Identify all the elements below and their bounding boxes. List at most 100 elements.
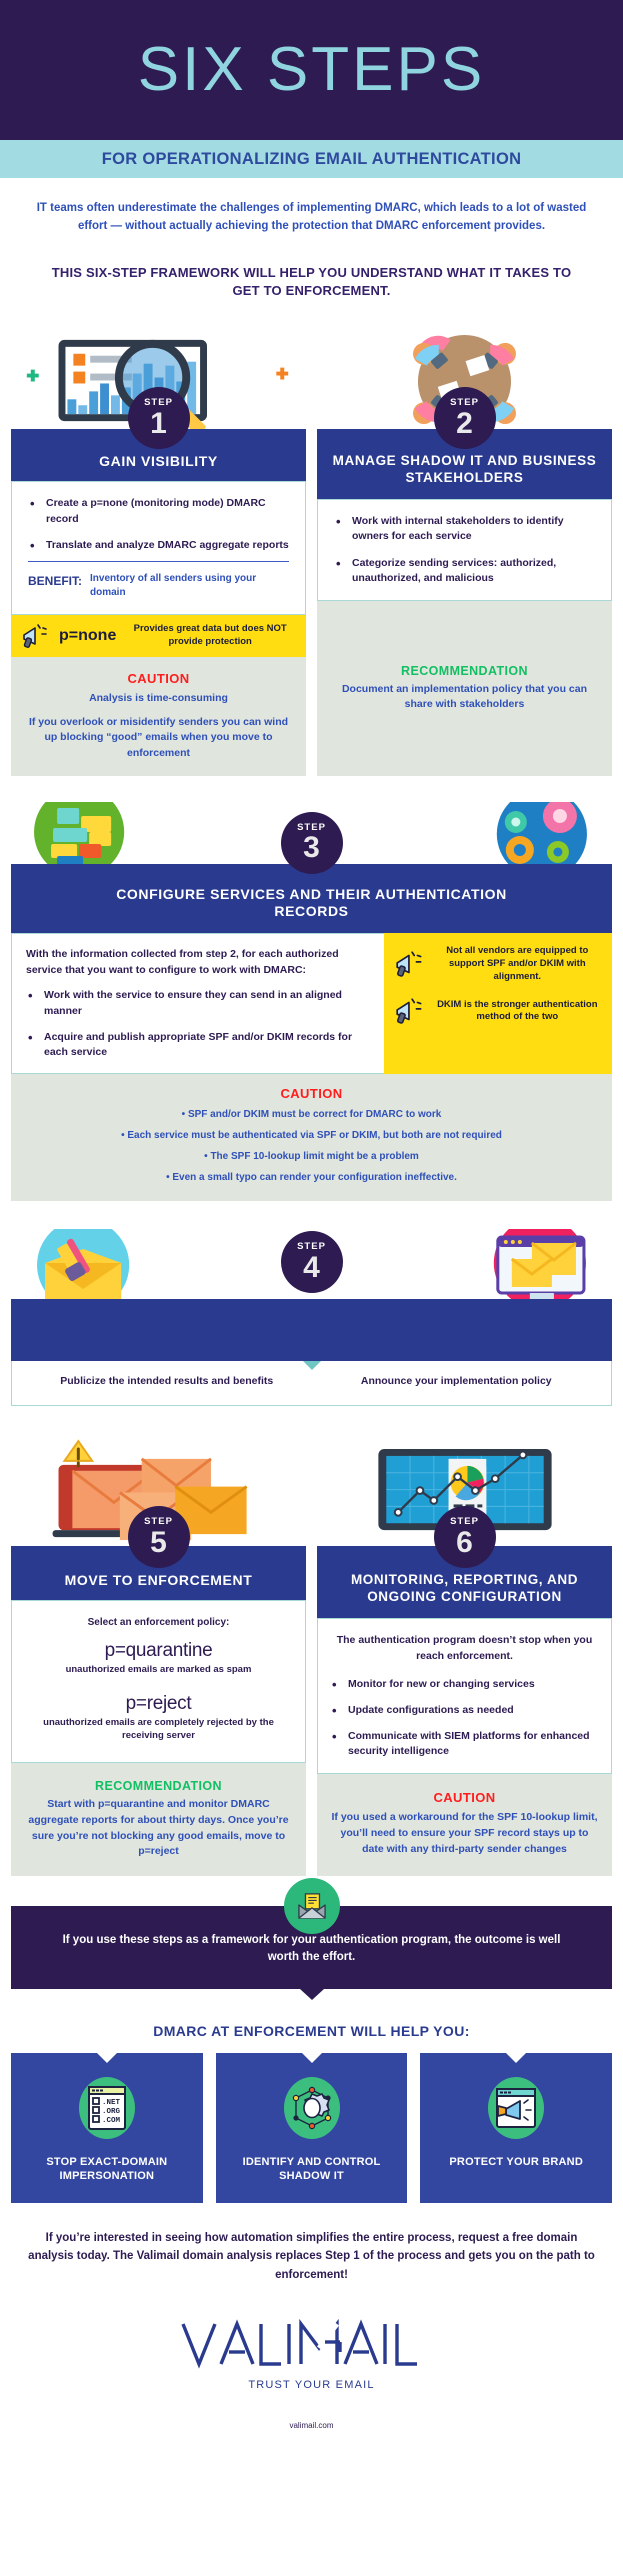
step-number: 2: [456, 406, 473, 440]
list-item: Work with the service to ensure they can…: [26, 987, 370, 1018]
step-number: 1: [150, 406, 167, 440]
step-number: 6: [456, 1525, 473, 1559]
caution-line: • Each service must be authenticated via…: [121, 1130, 502, 1142]
step-3-intro: With the information collected from step…: [26, 947, 339, 976]
enforcement-lead: Select an enforcement policy:: [87, 1617, 230, 1629]
megaphone-icon: [395, 998, 422, 1025]
recommendation-title: RECOMMENDATION: [95, 1779, 222, 1794]
domain-window-icon: .NET .ORG .COM: [87, 2085, 126, 2130]
policy-quarantine: p=quarantine: [104, 1640, 213, 1662]
step-3-left-panel: With the information collected from step…: [11, 932, 384, 1075]
benefit-card-stop-impersonation[interactable]: .NET .ORG .COM STOP EXACT-DOMAIN IMPERSO…: [11, 2052, 203, 2203]
caution-line-2: If you overlook or misidentify senders y…: [28, 715, 289, 760]
recommendation-text: Start with p=quarantine and monitor DMAR…: [28, 1798, 289, 1858]
benefit-label: BENEFIT:: [28, 573, 82, 588]
step-1-yellow-band: p=none Provides great data but does NOT …: [11, 614, 306, 657]
brand-megaphone-icon: [496, 2087, 537, 2128]
megaphone-icon: [395, 951, 422, 977]
policy-reject: p=reject: [125, 1692, 192, 1714]
intro-headline: THIS SIX-STEP FRAMEWORK WILL HELP YOU UN…: [51, 264, 572, 299]
benefit-card-protect-brand[interactable]: PROTECT YOUR BRAND: [420, 2052, 613, 2203]
svg-text:.ORG: .ORG: [102, 2108, 121, 2116]
valimail-logo: TRUST YOUR EMAIL: [0, 2318, 623, 2391]
list-item: Update configurations as needed: [330, 1702, 599, 1721]
step-4-illustration: STEP 4: [11, 1229, 612, 1300]
step-5-badge: STEP 5: [127, 1506, 190, 1569]
step-3-illustration: STEP 3: [11, 801, 612, 874]
policy-reject-desc: unauthorized emails are completely rejec…: [43, 1716, 274, 1741]
benefit-text: Inventory of all senders using your doma…: [90, 572, 257, 598]
step-1-body: Create a p=none (monitoring mode) DMARC …: [11, 481, 306, 615]
steps-5-6-row: STEP 5 MOVE TO ENFORCEMENT Select an enf…: [0, 1434, 623, 1877]
step-2-card: STEP 2 MANAGE SHADOW IT AND BUSINESS STA…: [317, 325, 612, 776]
megaphone-note-2: DKIM is the stronger authentication meth…: [394, 997, 602, 1025]
step-4-right-text: Announce your implementation policy: [360, 1375, 552, 1388]
step-2-illustration: STEP 2: [317, 325, 612, 450]
step-5-card: STEP 5 MOVE TO ENFORCEMENT Select an enf…: [11, 1434, 306, 1877]
step-3-badge: STEP 3: [280, 811, 343, 874]
step-4-left-text: Publicize the intended results and benef…: [60, 1375, 274, 1388]
intro-paragraph: IT teams often underestimate the challen…: [36, 202, 587, 232]
step-6-caution: CAUTION If you used a workaround for the…: [317, 1774, 612, 1877]
valimail-wordmark-icon: [180, 2318, 417, 2369]
caution-title: CAUTION: [433, 1790, 496, 1806]
page-title: SIX STEPS: [137, 35, 486, 104]
benefit-card-shadow-it[interactable]: IDENTIFY AND CONTROL SHADOW IT: [215, 2052, 408, 2203]
caution-line: • The SPF 10-lookup limit might be a pro…: [204, 1151, 419, 1163]
step-2-body: Work with internal stakeholders to ident…: [317, 499, 612, 601]
domain-list-icon: .NET .ORG .COM: [78, 2076, 135, 2139]
megaphone-note-1: Not all vendors are equipped to support …: [394, 945, 602, 983]
steps-1-2-row: STEP 1 GAIN VISIBILITY Create a p=none (…: [0, 325, 623, 776]
step-4-body: Publicize the intended results and benef…: [11, 1361, 612, 1407]
svg-text:.NET: .NET: [102, 2099, 121, 2107]
step-6-lead: The authentication program doesn’t stop …: [336, 1634, 593, 1662]
megaphone-browser-icon: [488, 2076, 545, 2139]
step-number: 4: [303, 1250, 320, 1284]
caution-text: If you used a workaround for the SPF 10-…: [331, 1811, 598, 1855]
outcome-section: If you use these steps as a framework fo…: [0, 1878, 623, 1989]
policy-tag: p=none: [59, 626, 117, 644]
step-6-illustration: STEP 6: [317, 1434, 612, 1569]
list-item: Categorize sending services: authorized,…: [334, 554, 595, 586]
list-item: Create a p=none (monitoring mode) DMARC …: [28, 495, 289, 526]
footer-url[interactable]: valimail.com: [0, 2421, 623, 2456]
step-6-card: STEP 6 MONITORING, REPORTING, AND ONGOIN…: [317, 1434, 612, 1877]
recommendation-text: Document an implementation policy that y…: [341, 682, 588, 711]
benefits-heading: DMARC AT ENFORCEMENT WILL HELP YOU:: [153, 2022, 470, 2039]
list-item: Monitor for new or changing services: [330, 1676, 599, 1695]
open-envelope-icon: [297, 1893, 326, 1920]
policy-quarantine-desc: unauthorized emails are marked as spam: [65, 1664, 252, 1676]
step-3-yellow-panel: Not all vendors are equipped to support …: [383, 932, 612, 1075]
page-subtitle: FOR OPERATIONALIZING EMAIL AUTHENTICATIO…: [101, 149, 522, 168]
step-6-bullets: Monitor for new or changing services Upd…: [330, 1676, 599, 1760]
step-6-title: MONITORING, REPORTING, AND ONGOING CONFI…: [350, 1572, 579, 1605]
list-item: Translate and analyze DMARC aggregate re…: [28, 537, 289, 556]
step-6-body: The authentication program doesn’t stop …: [317, 1618, 612, 1775]
caution-line: • SPF and/or DKIM must be correct for DM…: [181, 1109, 442, 1121]
gear-nodes-icon: [292, 2086, 331, 2129]
step-3-bullets: Work with the service to ensure they can…: [26, 987, 370, 1060]
envelope-badge: [283, 1878, 340, 1935]
benefits-row: .NET .ORG .COM STOP EXACT-DOMAIN IMPERSO…: [0, 2052, 623, 2203]
list-item: Acquire and publish appropriate SPF and/…: [26, 1029, 370, 1060]
step-3-title-bar: CONFIGURE SERVICES AND THEIR AUTHENTICAT…: [11, 863, 612, 933]
caution-line-1: Analysis is time-consuming: [89, 691, 228, 704]
step-3-body: With the information collected from step…: [11, 932, 612, 1075]
step-4-card: STEP 4 Publicize the intended results an…: [0, 1229, 623, 1407]
caution-title: CAUTION: [280, 1086, 343, 1102]
step-3-card: STEP 3 CONFIGURE SERVICES AND THEIR AUTH…: [0, 801, 623, 1202]
policy-note: Provides great data but does NOT provide…: [133, 623, 287, 647]
step-5-illustration: STEP 5: [11, 1434, 306, 1569]
step-number: 5: [150, 1525, 167, 1559]
step-3-title: CONFIGURE SERVICES AND THEIR AUTHENTICAT…: [116, 885, 507, 920]
step-1-illustration: STEP 1: [11, 325, 306, 450]
list-item: Work with internal stakeholders to ident…: [334, 513, 595, 544]
step-1-caution: CAUTION Analysis is time-consuming If yo…: [11, 656, 306, 776]
benefit-label: STOP EXACT-DOMAIN IMPERSONATION: [46, 2155, 168, 2183]
megaphone-note-text: DKIM is the stronger authentication meth…: [437, 998, 598, 1023]
step-3-caution: CAUTION • SPF and/or DKIM must be correc…: [11, 1074, 612, 1202]
caution-title: CAUTION: [127, 670, 190, 686]
svg-text:.COM: .COM: [102, 2117, 121, 2125]
step-1-benefit: BENEFIT: Inventory of all senders using …: [28, 572, 289, 600]
logo-tagline: TRUST YOUR EMAIL: [248, 2378, 375, 2391]
